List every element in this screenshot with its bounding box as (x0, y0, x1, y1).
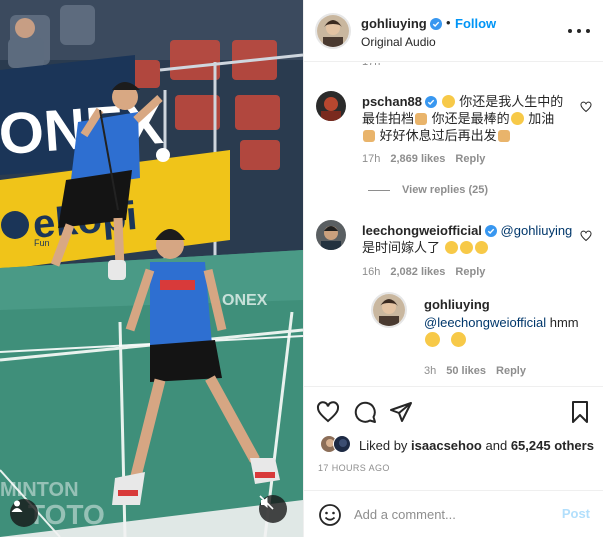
header-separator: • (446, 15, 451, 30)
reply-button[interactable]: Reply (455, 153, 485, 165)
likes-count[interactable]: 65,245 others (511, 438, 594, 453)
divider-line (368, 189, 390, 191)
comment-text: leechongweiofficial @gohliuying 是时间嫁人了 (362, 222, 580, 256)
comment-line: 最佳拍档 (362, 111, 415, 126)
reply-item: gohliuying @leechongweiofficial hmm 3h 5… (304, 292, 603, 384)
liker-avatar (333, 435, 351, 453)
comment-icon[interactable] (353, 400, 377, 424)
clapping-hands-icon (497, 130, 510, 142)
follow-button[interactable]: Follow (455, 16, 496, 31)
reply-likes[interactable]: 50 likes (446, 365, 486, 377)
grinning-face-icon (444, 241, 458, 254)
slightly-frowning-face-icon (450, 332, 466, 347)
liked-by-row[interactable]: Liked by isaacsehoo and 65,245 others (304, 433, 603, 457)
victory-hand-icon (415, 113, 428, 125)
comment-input[interactable] (354, 503, 554, 525)
liked-by-prefix: Liked by (359, 438, 408, 453)
avatar-image (317, 15, 349, 47)
liked-by-and: and (485, 438, 508, 453)
commenter-username[interactable]: leechongweiofficial (362, 223, 482, 238)
comment-line: 好好休息过后再出发 (379, 128, 497, 143)
author-username[interactable]: gohliuying (361, 16, 442, 31)
comment-meta: 17h 2,869 likes Reply (362, 153, 485, 165)
audio-label[interactable]: Original Audio (361, 35, 436, 49)
view-replies-button[interactable]: View replies (25) (368, 184, 488, 196)
commenter-avatar[interactable] (316, 220, 346, 250)
commenter-username[interactable]: pschan88 (362, 94, 422, 109)
liked-by-avatars (320, 435, 354, 455)
reply-button[interactable]: Reply (496, 365, 526, 377)
reply-time[interactable]: 3h (424, 365, 436, 377)
comment-text: pschan88 你还是我人生中的 最佳拍档 你还是最棒的 加油 好好休息过后再… (362, 93, 580, 144)
verified-badge-icon (424, 96, 437, 108)
post-side-panel: gohliuying • Follow Original Audio 17h p… (303, 0, 603, 537)
comment-line: 加油 (528, 111, 555, 126)
flexed-biceps-icon (363, 130, 375, 142)
author-avatar[interactable] (315, 13, 351, 49)
comment-time[interactable]: 16h (362, 266, 380, 278)
replier-username[interactable]: gohliuying (424, 297, 490, 312)
comment-meta: 16h 2,082 likes Reply (362, 266, 485, 278)
avatar-image (316, 220, 346, 250)
heart-icon[interactable] (316, 400, 340, 424)
liked-by-text: Liked by isaacsehoo and 65,245 others (359, 438, 594, 453)
reply-meta: 3h 50 likes Reply (424, 365, 526, 377)
commenter-avatar[interactable] (316, 91, 346, 121)
avatar-image (316, 91, 346, 121)
comment-time[interactable]: 17h (362, 153, 380, 165)
svg-text:Fun: Fun (34, 238, 50, 248)
comment-line: 你还是最棒的 (431, 111, 510, 126)
post-button[interactable]: Post (562, 506, 590, 521)
smiling-face-icon (510, 112, 524, 125)
svg-text:MINTON: MINTON (0, 479, 79, 501)
user-icon (11, 500, 23, 512)
comment-likes[interactable]: 2,869 likes (390, 153, 445, 165)
mute-toggle-button[interactable] (259, 495, 287, 523)
post-actions (304, 386, 603, 426)
speaker-muted-icon (259, 495, 274, 510)
verified-badge-icon (484, 225, 497, 237)
comment-line: 是时间嫁人了 (362, 240, 441, 255)
smiling-face-icon (441, 95, 455, 108)
verified-badge-icon (429, 18, 442, 30)
emoji-picker-icon[interactable] (318, 503, 342, 527)
reply-button[interactable]: Reply (455, 266, 485, 278)
view-replies-label: View replies (25) (402, 184, 489, 196)
mention-link[interactable]: @leechongweiofficial (424, 315, 546, 330)
share-icon[interactable] (389, 400, 413, 424)
avatar-image (373, 294, 405, 326)
reply-text: gohliuying @leechongweiofficial hmm (424, 296, 594, 350)
bookmark-icon[interactable] (568, 400, 592, 424)
tagged-users-button[interactable] (10, 499, 38, 527)
comment-likes[interactable]: 2,082 likes (390, 266, 445, 278)
comment-item: leechongweiofficial @gohliuying 是时间嫁人了 1… (304, 220, 603, 282)
mention-link[interactable]: @gohliuying (501, 223, 573, 238)
post-timestamp[interactable]: 17 HOURS AGO (318, 463, 390, 473)
post-media[interactable]: ONEX ekopi Fun ONEX (0, 0, 303, 537)
reply-line: hmm (549, 315, 579, 330)
heart-icon[interactable] (580, 230, 592, 242)
add-comment-bar: Post (304, 490, 603, 537)
svg-text:ONEX: ONEX (222, 292, 268, 309)
thinking-face-icon (425, 332, 440, 347)
heart-icon[interactable] (580, 101, 592, 113)
comment-line: 你还是我人生中的 (459, 94, 564, 109)
svg-text:TOTO: TOTO (28, 499, 105, 530)
comment-item: pschan88 你还是我人生中的 最佳拍档 你还是最棒的 加油 好好休息过后再… (304, 91, 603, 173)
more-options-icon[interactable] (568, 22, 590, 40)
previous-comment-meta: 17h (362, 63, 380, 68)
grinning-face-icon (474, 241, 488, 254)
post-header: gohliuying • Follow Original Audio (304, 0, 603, 62)
badminton-scene: ONEX ekopi Fun ONEX (0, 0, 303, 537)
replier-avatar[interactable] (371, 292, 407, 328)
liked-by-username[interactable]: isaacsehoo (411, 438, 482, 453)
comments-list[interactable]: 17h pschan88 你还是我人生中的 最佳拍档 你还是最棒的 加油 好好休… (304, 63, 603, 385)
grinning-face-icon (459, 241, 473, 254)
